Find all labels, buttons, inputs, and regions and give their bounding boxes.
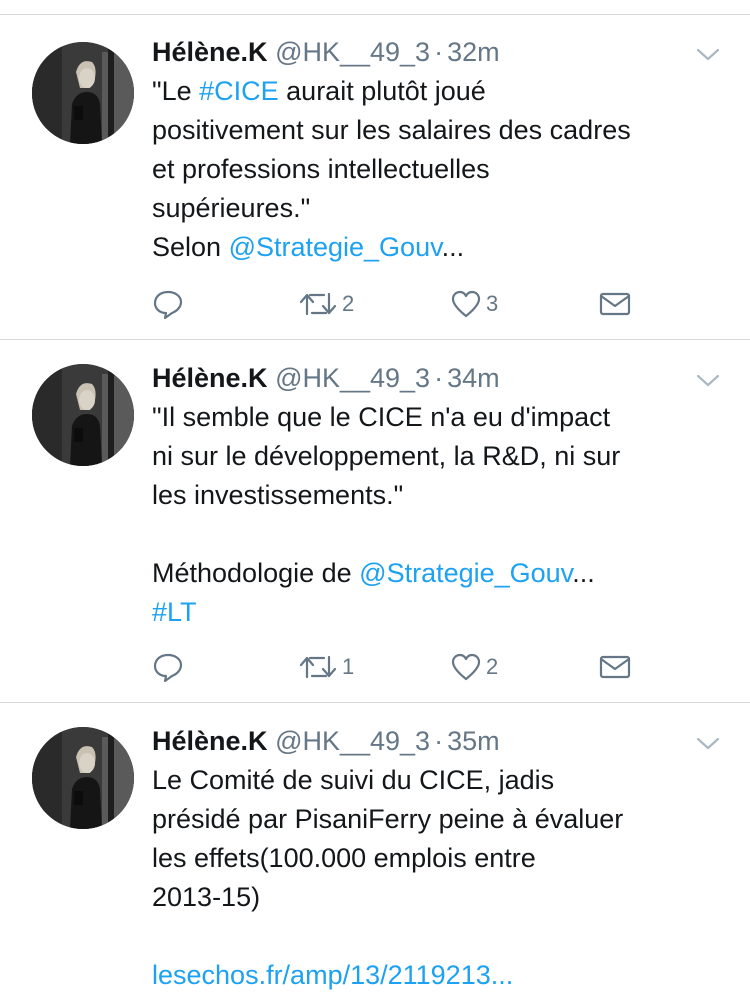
display-name[interactable]: Hélène.K (152, 363, 268, 393)
tweet-text-segment: aurait plutôt joué (278, 76, 486, 106)
direct-message-button[interactable] (598, 287, 632, 321)
avatar[interactable] (32, 364, 134, 466)
tweet-timestamp[interactable]: 34m (447, 363, 500, 393)
tweet-text-segment: ... (572, 558, 595, 588)
tweet-actions: 12 (152, 650, 652, 684)
display-name[interactable]: Hélène.K (152, 726, 268, 756)
user-handle[interactable]: @HK__49_3 (275, 363, 430, 393)
separator-dot: · (434, 726, 444, 756)
tweet-link[interactable]: lesechos.fr/amp/13/2119213... (152, 960, 513, 990)
tweet-menu-button[interactable] (693, 370, 723, 390)
retweet-button[interactable]: 2 (298, 287, 354, 321)
tweet-text-segment: les investissements." (152, 480, 404, 510)
like-count: 3 (486, 291, 499, 316)
retweet-button[interactable]: 1 (298, 650, 354, 684)
tweet-text-line: "Le #CICE aurait plutôt joué (152, 72, 732, 111)
tweet-text-segment: 2013-15) (152, 882, 261, 912)
chevron-down-icon (696, 737, 720, 750)
retweet-count: 1 (342, 654, 355, 679)
tweet-text-segment: et professions intellectuelles (152, 154, 490, 184)
user-handle[interactable]: @HK__49_3 (275, 726, 430, 756)
like-count: 2 (486, 654, 499, 679)
tweet-text-line: supérieures." (152, 189, 732, 228)
reply-button[interactable] (152, 650, 184, 684)
tweet-text-segment: Méthodologie de (152, 558, 360, 588)
separator-dot: · (434, 37, 444, 67)
tweet-text-segment: positivement sur les salaires des cadres (152, 115, 631, 145)
envelope-icon (599, 292, 631, 316)
retweet-count: 2 (342, 291, 355, 316)
tweet-link[interactable]: #LT (152, 597, 197, 627)
divider (0, 339, 750, 340)
envelope-icon (599, 655, 631, 679)
chevron-down-icon (696, 48, 720, 61)
tweet-text-line: et professions intellectuelles (152, 150, 732, 189)
profile-photo (32, 42, 134, 144)
tweet-text-segment: ... (441, 232, 465, 262)
display-name[interactable]: Hélène.K (152, 37, 268, 67)
tweet-text-segment: supérieures." (152, 193, 311, 223)
tweet-timeline: Hélène.K @HK__49_3 · 32m "Le #CICE aurait p… (0, 0, 750, 1006)
avatar[interactable] (32, 727, 134, 829)
tweet-menu-button[interactable] (693, 44, 723, 64)
heart-icon (451, 653, 481, 681)
tweet-text-segment: les effets(100.000 emplois entre (152, 843, 536, 873)
tweet-text-line: Le Comité de suivi du CICE, jadis (152, 761, 732, 800)
tweet-text-line: Selon @Strategie_Gouv... (152, 228, 732, 267)
tweet-text-line: Méthodologie de @Strategie_Gouv... (152, 554, 732, 593)
reply-button[interactable] (152, 287, 184, 321)
avatar[interactable] (32, 42, 134, 144)
tweet-menu-button[interactable] (693, 733, 723, 753)
tweet-header: Hélène.K @HK__49_3 · 34m (152, 360, 500, 396)
divider (0, 14, 750, 15)
retweet-icon (299, 292, 337, 316)
tweet-header: Hélène.K @HK__49_3 · 32m (152, 34, 500, 70)
tweet-actions: 23 (152, 287, 652, 321)
tweet-text-line: présidé par PisaniFerry peine à évaluer (152, 800, 732, 839)
tweet-text-line: #LT (152, 593, 732, 632)
tweet-link[interactable]: @Strategie_Gouv (359, 558, 572, 588)
tweet-text-segment: Le Comité de suivi du CICE, jadis (152, 765, 555, 795)
reply-icon (153, 653, 183, 682)
tweet-text-segment: "Le (152, 76, 200, 106)
retweet-icon (299, 655, 337, 679)
tweet-text: "Le #CICE aurait plutôt joué positivement… (152, 72, 732, 267)
tweet-text-line: positivement sur les salaires des cadres (152, 111, 732, 150)
user-handle[interactable]: @HK__49_3 (275, 37, 430, 67)
tweet-text-segment: "Il semble que le CICE n'a eu d'impact (152, 402, 611, 432)
tweet-text: Le Comité de suivi du CICE, jadis présidé… (152, 761, 732, 995)
profile-photo (32, 727, 134, 829)
tweet-text-line: les effets(100.000 emplois entre (152, 839, 732, 878)
profile-photo (32, 364, 134, 466)
like-button[interactable]: 2 (450, 650, 498, 684)
like-button[interactable]: 3 (450, 287, 498, 321)
reply-icon (153, 290, 183, 319)
separator-dot: · (434, 363, 444, 393)
tweet-text-line: ni sur le développement, la R&D, ni sur (152, 437, 732, 476)
tweet-link[interactable]: #CICE (199, 76, 279, 106)
divider (0, 702, 750, 703)
tweet-header: Hélène.K @HK__49_3 · 35m (152, 723, 500, 759)
tweet-link[interactable]: @Strategie_Gouv (229, 232, 442, 262)
tweet-text-segment: ni sur le développement, la R&D, ni sur (152, 441, 621, 471)
chevron-down-icon (696, 374, 720, 387)
tweet-text-segment: Selon (152, 232, 229, 262)
direct-message-button[interactable] (598, 650, 632, 684)
tweet-text-line: les investissements." (152, 476, 732, 515)
tweet-text: "Il semble que le CICE n'a eu d'impact ni… (152, 398, 732, 632)
tweet-timestamp[interactable]: 35m (447, 726, 500, 756)
tweet-text-segment: présidé par PisaniFerry peine à évaluer (152, 804, 624, 834)
tweet-text-line: 2013-15) (152, 878, 732, 917)
tweet-text-line: "Il semble que le CICE n'a eu d'impact (152, 398, 732, 437)
tweet-timestamp[interactable]: 32m (447, 37, 500, 67)
tweet-text-line: lesechos.fr/amp/13/2119213... (152, 956, 732, 995)
heart-icon (451, 290, 481, 318)
